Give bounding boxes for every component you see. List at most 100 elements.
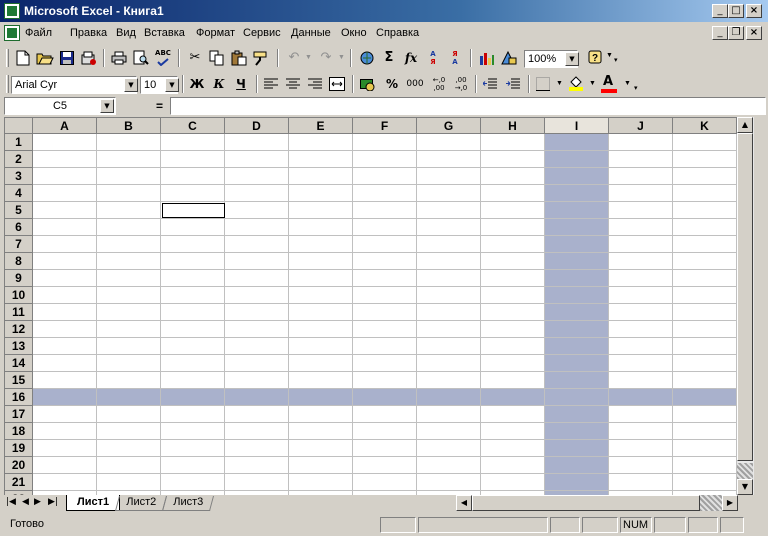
horizontal-scroll-thumb[interactable] [472, 495, 700, 511]
save-icon[interactable] [56, 48, 78, 68]
row-header-1[interactable]: 1 [5, 134, 33, 151]
active-cell[interactable] [162, 203, 225, 218]
font-size-dropdown-arrow-icon[interactable]: ▼ [165, 78, 179, 92]
row-header-6[interactable]: 6 [5, 219, 33, 236]
row-header-14[interactable]: 14 [5, 355, 33, 372]
decrease-indent-icon[interactable] [479, 74, 501, 94]
underline-button[interactable]: Ч [230, 74, 252, 94]
toolbar-handle[interactable] [6, 49, 9, 67]
redo-icon[interactable]: ↷ [315, 48, 337, 68]
align-right-icon[interactable] [304, 74, 326, 94]
scroll-right-arrow-icon[interactable]: ▶ [722, 495, 738, 511]
column-header-b[interactable]: B [97, 118, 161, 134]
formula-input[interactable] [170, 97, 766, 115]
decrease-decimal-icon[interactable]: ,00 →,0 [450, 74, 472, 94]
column-header-c[interactable]: C [161, 118, 225, 134]
print-icon[interactable] [108, 48, 130, 68]
hyperlink-icon[interactable] [356, 48, 378, 68]
font-color-icon[interactable]: A [598, 74, 620, 94]
drawing-icon[interactable] [498, 48, 520, 68]
row-header-4[interactable]: 4 [5, 185, 33, 202]
toolbar-handle[interactable] [6, 75, 9, 93]
undo-dropdown-arrow-icon[interactable]: ▼ [305, 54, 312, 61]
borders-dropdown-arrow-icon[interactable]: ▼ [556, 80, 563, 87]
tab-sheet3[interactable]: Лист3 [161, 496, 215, 511]
font-color-dropdown-arrow-icon[interactable]: ▼ [624, 80, 631, 87]
row-header-16[interactable]: 16 [5, 389, 33, 406]
bold-button[interactable]: Ж [186, 74, 208, 94]
sort-descending-icon[interactable]: ЯА [444, 48, 466, 68]
column-header-f[interactable]: F [353, 118, 417, 134]
undo-icon[interactable]: ↶ [283, 48, 305, 68]
menu-insert[interactable]: Вставка [144, 27, 185, 39]
doc-restore-button[interactable]: ❐ [728, 26, 744, 40]
row-header-19[interactable]: 19 [5, 440, 33, 457]
merge-center-icon[interactable] [326, 74, 348, 94]
autosum-icon[interactable]: Σ [378, 48, 400, 68]
tab-scroll-prev-icon[interactable]: ◀ [22, 497, 29, 507]
tab-sheet2[interactable]: Лист2 [114, 496, 168, 511]
maximize-button[interactable]: □ [728, 4, 744, 18]
zoom-dropdown-arrow-icon[interactable]: ▼ [565, 52, 579, 66]
menu-tools[interactable]: Сервис [243, 27, 281, 39]
document-icon[interactable] [4, 25, 20, 41]
row-header-5[interactable]: 5 [5, 202, 33, 219]
row-header-17[interactable]: 17 [5, 406, 33, 423]
percent-button[interactable]: % [381, 74, 403, 94]
copy-icon[interactable] [206, 48, 228, 68]
menu-format[interactable]: Формат [196, 27, 235, 39]
paste-icon[interactable] [228, 48, 250, 68]
row-header-21[interactable]: 21 [5, 474, 33, 491]
increase-decimal-icon[interactable]: ←,0,00 [428, 74, 450, 94]
borders-icon[interactable] [532, 74, 554, 94]
doc-minimize-button[interactable]: _ [712, 26, 728, 40]
excel-app-icon[interactable] [4, 3, 20, 19]
row-header-8[interactable]: 8 [5, 253, 33, 270]
new-icon[interactable] [12, 48, 34, 68]
font-name-combo[interactable]: Arial Cyr [11, 76, 137, 94]
row-header-18[interactable]: 18 [5, 423, 33, 440]
font-name-dropdown-arrow-icon[interactable]: ▼ [124, 78, 138, 92]
row-header-9[interactable]: 9 [5, 270, 33, 287]
tab-scroll-last-icon[interactable]: ▶| [48, 497, 58, 507]
toolbar-options-icon[interactable]: ▾ [614, 56, 618, 64]
column-header-i[interactable]: I [545, 118, 609, 134]
tab-scroll-next-icon[interactable]: ▶ [34, 497, 41, 507]
vertical-scrollbar[interactable]: ▲ ▼ [737, 117, 754, 495]
menu-edit[interactable]: Правка [70, 27, 107, 39]
column-header-k[interactable]: K [673, 118, 737, 134]
column-header-j[interactable]: J [609, 118, 673, 134]
scroll-up-arrow-icon[interactable]: ▲ [737, 117, 753, 133]
close-button[interactable]: × [746, 4, 762, 18]
column-header-a[interactable]: A [33, 118, 97, 134]
italic-button[interactable]: К [208, 74, 230, 94]
scroll-down-arrow-icon[interactable]: ▼ [737, 479, 753, 495]
tab-scroll-first-icon[interactable]: |◀ [6, 497, 16, 507]
row-header-11[interactable]: 11 [5, 304, 33, 321]
menu-window[interactable]: Окно [341, 27, 367, 39]
row-header-3[interactable]: 3 [5, 168, 33, 185]
increase-indent-icon[interactable] [502, 74, 524, 94]
chart-wizard-icon[interactable] [476, 48, 498, 68]
menu-view[interactable]: Вид [116, 27, 136, 39]
column-header-h[interactable]: H [481, 118, 545, 134]
vertical-scroll-track[interactable] [737, 463, 753, 479]
vertical-scroll-thumb[interactable] [737, 133, 753, 461]
currency-icon[interactable] [357, 74, 379, 94]
worksheet-grid[interactable]: A B C D E F G H I J K 1 2 3 4 5 6 7 8 9 10 11 12 13 14 15 16 17 18 19… [4, 117, 737, 496]
sort-ascending-icon[interactable]: АЯ [422, 48, 444, 68]
align-center-icon[interactable] [282, 74, 304, 94]
function-icon[interactable]: fx [400, 48, 422, 68]
open-icon[interactable] [34, 48, 56, 68]
fill-color-dropdown-arrow-icon[interactable]: ▼ [589, 80, 596, 87]
scroll-left-arrow-icon[interactable]: ◀ [456, 495, 472, 511]
thousands-button[interactable]: 000 [404, 74, 426, 94]
menu-data[interactable]: Данные [291, 27, 331, 39]
doc-close-button[interactable]: × [746, 26, 762, 40]
minimize-button[interactable]: _ [712, 4, 728, 18]
column-header-d[interactable]: D [225, 118, 289, 134]
row-header-15[interactable]: 15 [5, 372, 33, 389]
row-header-2[interactable]: 2 [5, 151, 33, 168]
print-preview-icon[interactable] [130, 48, 152, 68]
row-header-20[interactable]: 20 [5, 457, 33, 474]
